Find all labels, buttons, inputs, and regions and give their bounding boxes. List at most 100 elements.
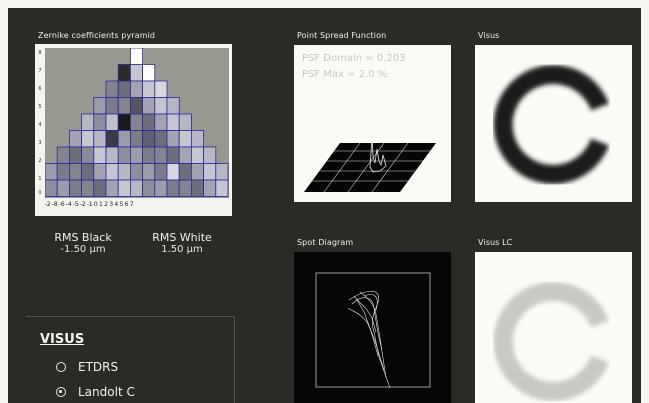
pyramid-cell[interactable] xyxy=(117,97,131,115)
pyramid-cell[interactable] xyxy=(117,64,131,82)
pyramid-cell[interactable] xyxy=(203,146,217,164)
rms-white-value: 1.50 µm xyxy=(161,244,203,255)
pyramid-cell[interactable] xyxy=(130,64,144,82)
rms-white-readout: RMS White 1.50 µm xyxy=(139,232,225,256)
pyramid-cell[interactable] xyxy=(93,113,107,131)
pyramid-cell[interactable] xyxy=(154,146,168,164)
pyramid-cells xyxy=(45,48,229,197)
pyramid-cell[interactable] xyxy=(105,146,119,164)
pyramid-cell[interactable] xyxy=(45,163,58,181)
pyramid-cell[interactable] xyxy=(105,80,119,98)
pyramid-cell[interactable] xyxy=(117,163,131,181)
pyramid-cell[interactable] xyxy=(105,97,119,115)
pyramid-cell[interactable] xyxy=(117,179,131,197)
pyramid-cell[interactable] xyxy=(130,146,144,164)
pyramid-cell[interactable] xyxy=(142,163,156,181)
pyramid-cell[interactable] xyxy=(142,130,156,148)
pyramid-cell[interactable] xyxy=(93,163,107,181)
pyramid-cell[interactable] xyxy=(93,179,107,197)
pyramid-cell[interactable] xyxy=(117,113,131,131)
radio-button-icon[interactable] xyxy=(56,362,66,372)
pyramid-cell[interactable] xyxy=(190,179,204,197)
pyramid-cell[interactable] xyxy=(93,146,107,164)
pyramid-cell[interactable] xyxy=(142,179,156,197)
pyramid-cell[interactable] xyxy=(142,146,156,164)
pyramid-cell[interactable] xyxy=(105,130,119,148)
pyramid-cell[interactable] xyxy=(203,179,217,197)
pyramid-cell[interactable] xyxy=(68,179,82,197)
y-label: 1 xyxy=(38,176,42,182)
pyramid-cell[interactable] xyxy=(130,80,144,98)
pyramid-cell[interactable] xyxy=(81,113,95,131)
pyramid-plot-area xyxy=(45,48,229,198)
pyramid-cell[interactable] xyxy=(142,97,156,115)
pyramid-cell[interactable] xyxy=(105,179,119,197)
radio-etdrs[interactable]: ETDRS xyxy=(56,359,118,375)
psf-plot[interactable]: PSF Domain = 0.203 PSF Max = 2.0 % xyxy=(294,45,451,202)
pyramid-cell[interactable] xyxy=(190,163,204,181)
pyramid-cell[interactable] xyxy=(56,146,70,164)
pyramid-cell[interactable] xyxy=(130,48,144,65)
pyramid-cell[interactable] xyxy=(166,146,180,164)
pyramid-cell[interactable] xyxy=(190,130,204,148)
pyramid-cell[interactable] xyxy=(203,163,217,181)
pyramid-cell[interactable] xyxy=(117,146,131,164)
pyramid-cell[interactable] xyxy=(190,146,204,164)
pyramid-cell[interactable] xyxy=(130,163,144,181)
pyramid-cell[interactable] xyxy=(178,113,192,131)
spot-diagram-plot[interactable] xyxy=(294,252,451,403)
pyramid-cell[interactable] xyxy=(117,80,131,98)
pyramid-cell[interactable] xyxy=(166,163,180,181)
pyramid-cell[interactable] xyxy=(178,163,192,181)
pyramid-cell[interactable] xyxy=(154,163,168,181)
pyramid-cell[interactable] xyxy=(81,130,95,148)
pyramid-cell[interactable] xyxy=(178,146,192,164)
zernike-pyramid-chart[interactable]: 8 7 6 5 4 3 2 1 0 -2 -8 -6 -4 -5 -2 -1 0… xyxy=(35,44,232,216)
spot-title: Spot Diagram xyxy=(297,238,354,247)
pyramid-cell[interactable] xyxy=(142,113,156,131)
pyramid-cell[interactable] xyxy=(130,130,144,148)
aberrometer-window: Zernike coefficients pyramid 8 7 6 5 4 3… xyxy=(8,8,641,403)
y-label: 3 xyxy=(38,140,42,146)
pyramid-cell[interactable] xyxy=(178,130,192,148)
pyramid-cell[interactable] xyxy=(130,179,144,197)
pyramid-cell[interactable] xyxy=(166,97,180,115)
pyramid-cell[interactable] xyxy=(45,179,58,197)
pyramid-cell[interactable] xyxy=(81,163,95,181)
rms-black-value: -1.50 µm xyxy=(60,244,106,255)
pyramid-cell[interactable] xyxy=(68,130,82,148)
y-label: 5 xyxy=(38,104,42,110)
pyramid-cell[interactable] xyxy=(117,130,131,148)
pyramid-cell[interactable] xyxy=(154,113,168,131)
pyramid-cell[interactable] xyxy=(130,113,144,131)
pyramid-cell[interactable] xyxy=(215,179,229,197)
pyramid-cell[interactable] xyxy=(81,146,95,164)
pyramid-cell[interactable] xyxy=(68,163,82,181)
pyramid-cell[interactable] xyxy=(93,97,107,115)
pyramid-cell[interactable] xyxy=(154,97,168,115)
radio-landolt-c[interactable]: Landolt C xyxy=(56,384,135,400)
radio-label: Landolt C xyxy=(78,385,135,399)
pyramid-cell[interactable] xyxy=(68,146,82,164)
pyramid-cell[interactable] xyxy=(178,179,192,197)
pyramid-cell[interactable] xyxy=(154,80,168,98)
psf-surface-graphic xyxy=(304,134,436,193)
radio-button-selected-icon[interactable] xyxy=(56,387,66,397)
pyramid-cell[interactable] xyxy=(166,179,180,197)
pyramid-cell[interactable] xyxy=(154,179,168,197)
y-label: 0 xyxy=(38,190,42,196)
pyramid-cell[interactable] xyxy=(93,130,107,148)
y-label: 6 xyxy=(38,86,42,92)
pyramid-cell[interactable] xyxy=(105,113,119,131)
pyramid-cell[interactable] xyxy=(166,130,180,148)
pyramid-cell[interactable] xyxy=(215,163,229,181)
pyramid-cell[interactable] xyxy=(142,80,156,98)
pyramid-cell[interactable] xyxy=(154,130,168,148)
pyramid-cell[interactable] xyxy=(105,163,119,181)
pyramid-cell[interactable] xyxy=(81,179,95,197)
pyramid-cell[interactable] xyxy=(166,113,180,131)
pyramid-cell[interactable] xyxy=(56,163,70,181)
pyramid-cell[interactable] xyxy=(130,97,144,115)
pyramid-cell[interactable] xyxy=(56,179,70,197)
pyramid-cell[interactable] xyxy=(142,64,156,82)
